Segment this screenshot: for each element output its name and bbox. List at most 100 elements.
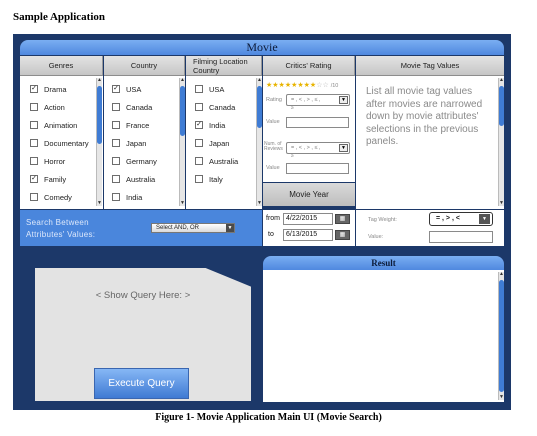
rating-operator-sub: ≥: [291, 105, 294, 111]
checkbox[interactable]: [30, 121, 38, 129]
scroll-thumb[interactable]: [499, 280, 504, 392]
filming-scrollbar[interactable]: ▲ ▼: [256, 78, 262, 206]
checkbox[interactable]: [30, 139, 38, 147]
to-date-input[interactable]: 6/13/2015: [283, 229, 333, 241]
tag-weight-label: Tag Weight:: [368, 217, 397, 223]
page-heading: Sample Application: [13, 11, 105, 23]
checkbox[interactable]: ✓: [195, 121, 203, 129]
tag-weight-select[interactable]: = , > , < ▼: [429, 212, 493, 226]
reviews-operator-select[interactable]: = , < , > , ≤ , ▼: [286, 142, 350, 154]
reviews-label: Num. of Reviews: [264, 141, 283, 152]
rating-label: Rating: [266, 97, 282, 103]
checkbox[interactable]: [195, 139, 203, 147]
rating-value-input[interactable]: [286, 117, 349, 128]
checkbox-option[interactable]: USA: [195, 80, 238, 98]
checkbox-option[interactable]: Horror: [30, 152, 89, 170]
scroll-up-icon[interactable]: ▲: [499, 78, 504, 83]
rating-value-label: Value: [266, 119, 280, 125]
checkbox-option[interactable]: Documentary: [30, 134, 89, 152]
scroll-down-icon[interactable]: ▼: [499, 395, 504, 400]
checkbox[interactable]: [112, 175, 120, 183]
scroll-thumb[interactable]: [97, 86, 102, 144]
chevron-down-icon[interactable]: ▼: [479, 214, 490, 224]
reviews-value-input[interactable]: [286, 163, 349, 174]
checkbox-option[interactable]: Japan: [112, 134, 157, 152]
chevron-down-icon[interactable]: ▼: [339, 96, 348, 104]
from-label: from: [266, 215, 280, 222]
checkbox[interactable]: [112, 103, 120, 111]
checkbox-option[interactable]: ✓ Drama: [30, 80, 89, 98]
execute-query-button[interactable]: Execute Query: [94, 368, 189, 399]
checkbox[interactable]: [112, 121, 120, 129]
checkbox[interactable]: ✓: [30, 85, 38, 93]
checkbox-option[interactable]: ✓ India: [195, 116, 238, 134]
country-scrollbar[interactable]: ▲ ▼: [179, 78, 185, 206]
scroll-up-icon[interactable]: ▲: [180, 78, 185, 83]
checkbox-option[interactable]: France: [112, 116, 157, 134]
checkbox-option[interactable]: Japan: [195, 134, 238, 152]
checkbox-option[interactable]: Action: [30, 98, 89, 116]
checkbox-option[interactable]: Australia: [112, 170, 157, 188]
checkbox-option[interactable]: ✓ Family: [30, 170, 89, 188]
checkbox-option[interactable]: Germany: [112, 152, 157, 170]
tags-scrollbar[interactable]: ▲ ▼: [498, 78, 504, 206]
scroll-down-icon[interactable]: ▼: [257, 201, 262, 206]
checkbox[interactable]: [112, 139, 120, 147]
checkbox[interactable]: [30, 157, 38, 165]
filming-header: Filming Location Country: [186, 56, 262, 76]
scroll-down-icon[interactable]: ▼: [180, 201, 185, 206]
checkbox-option[interactable]: Australia: [195, 152, 238, 170]
to-label: to: [268, 231, 274, 238]
checkbox[interactable]: [195, 85, 203, 93]
result-header: Result: [263, 256, 504, 270]
rating-stars[interactable]: ★★★★★★★★☆☆ /10: [266, 82, 338, 90]
scroll-thumb[interactable]: [257, 86, 262, 128]
checkbox-option[interactable]: India: [112, 188, 157, 206]
scroll-up-icon[interactable]: ▲: [257, 78, 262, 83]
figure-caption: Figure 1- Movie Application Main UI (Mov…: [155, 412, 382, 423]
from-date-input[interactable]: 4/22/2015: [283, 213, 333, 225]
scroll-up-icon[interactable]: ▲: [499, 272, 504, 277]
checkbox-label: Documentary: [44, 138, 89, 148]
filming-list: USA Canada ✓ India Japan Australia Italy: [195, 80, 238, 188]
genres-scrollbar[interactable]: ▲ ▼: [96, 78, 102, 206]
chevron-down-icon[interactable]: ▼: [226, 224, 234, 232]
scroll-up-icon[interactable]: ▲: [97, 78, 102, 83]
checkbox-label: India: [209, 120, 226, 130]
calendar-icon[interactable]: ▦: [335, 230, 350, 240]
scroll-down-icon[interactable]: ▼: [97, 201, 102, 206]
checkbox[interactable]: [195, 175, 203, 183]
checkbox-option[interactable]: ✓ USA: [112, 80, 157, 98]
chevron-down-icon[interactable]: ▼: [339, 144, 348, 152]
checkbox-label: Australia: [209, 156, 239, 166]
result-scrollbar[interactable]: ▲ ▼: [498, 272, 504, 400]
checkbox[interactable]: ✓: [112, 85, 120, 93]
checkbox-option[interactable]: Italy: [195, 170, 238, 188]
search-label-line2: Attributes' Values:: [26, 230, 96, 239]
calendar-icon[interactable]: ▦: [335, 214, 350, 224]
search-label-line1: Search Between: [26, 218, 89, 227]
checkbox[interactable]: ✓: [30, 175, 38, 183]
checkbox-label: Animation: [44, 120, 78, 130]
checkbox[interactable]: [30, 193, 38, 201]
scroll-thumb[interactable]: [180, 86, 185, 136]
checkbox-option[interactable]: Comedy: [30, 188, 89, 206]
search-bar: Search Between Attributes' Values: Selec…: [20, 210, 262, 246]
search-mode-value: Select AND, OR: [156, 225, 200, 231]
year-range-panel: from 4/22/2015 ▦ to 6/13/2015 ▦: [263, 210, 355, 246]
rating-operator-select[interactable]: = , < , > , ≤ , ▼: [286, 94, 350, 106]
checkbox[interactable]: [112, 193, 120, 201]
checkbox[interactable]: [195, 157, 203, 165]
search-mode-select[interactable]: Select AND, OR ▼: [151, 223, 235, 233]
scroll-down-icon[interactable]: ▼: [499, 201, 504, 206]
checkbox[interactable]: [30, 103, 38, 111]
filming-panel: Filming Location Country USA Canada ✓ India…: [186, 56, 262, 209]
tag-value-input[interactable]: [429, 231, 493, 243]
checkbox-option[interactable]: Canada: [112, 98, 157, 116]
checkbox[interactable]: [195, 103, 203, 111]
checkbox-option[interactable]: Animation: [30, 116, 89, 134]
checkbox-option[interactable]: Canada: [195, 98, 238, 116]
scroll-thumb[interactable]: [499, 86, 504, 126]
critics-header: Critics' Rating: [263, 56, 355, 76]
checkbox[interactable]: [112, 157, 120, 165]
